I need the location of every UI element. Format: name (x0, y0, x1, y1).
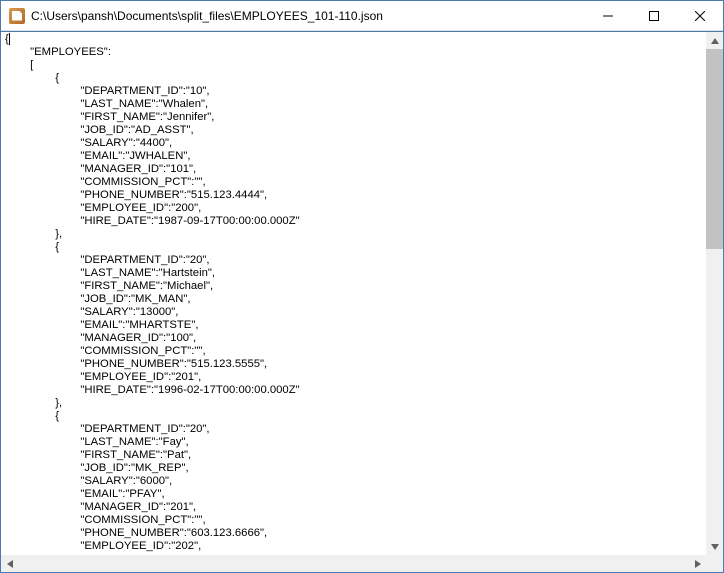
client-area: { "EMPLOYEES": [ { "DEPARTMENT_ID":"10",… (1, 31, 723, 572)
minimize-icon (603, 11, 613, 21)
chevron-down-icon (711, 544, 719, 550)
scroll-corner (706, 555, 723, 572)
close-icon (695, 11, 705, 21)
scroll-right-button[interactable] (689, 555, 706, 572)
vertical-scroll-thumb[interactable] (706, 49, 723, 249)
chevron-left-icon (7, 560, 13, 568)
minimize-button[interactable] (585, 1, 631, 30)
titlebar[interactable]: C:\Users\pansh\Documents\split_files\EMP… (1, 1, 723, 31)
maximize-icon (649, 11, 659, 21)
window-title: C:\Users\pansh\Documents\split_files\EMP… (31, 9, 585, 23)
scroll-left-button[interactable] (1, 555, 18, 572)
scroll-up-button[interactable] (706, 32, 723, 49)
horizontal-scrollbar[interactable] (1, 555, 706, 572)
chevron-up-icon (711, 38, 719, 44)
vertical-scrollbar[interactable] (706, 32, 723, 555)
scroll-down-button[interactable] (706, 538, 723, 555)
text-editor[interactable]: { "EMPLOYEES": [ { "DEPARTMENT_ID":"10",… (1, 32, 706, 555)
window-controls (585, 1, 723, 30)
app-icon (9, 8, 25, 24)
chevron-right-icon (695, 560, 701, 568)
maximize-button[interactable] (631, 1, 677, 30)
close-button[interactable] (677, 1, 723, 30)
app-window: C:\Users\pansh\Documents\split_files\EMP… (0, 0, 724, 573)
